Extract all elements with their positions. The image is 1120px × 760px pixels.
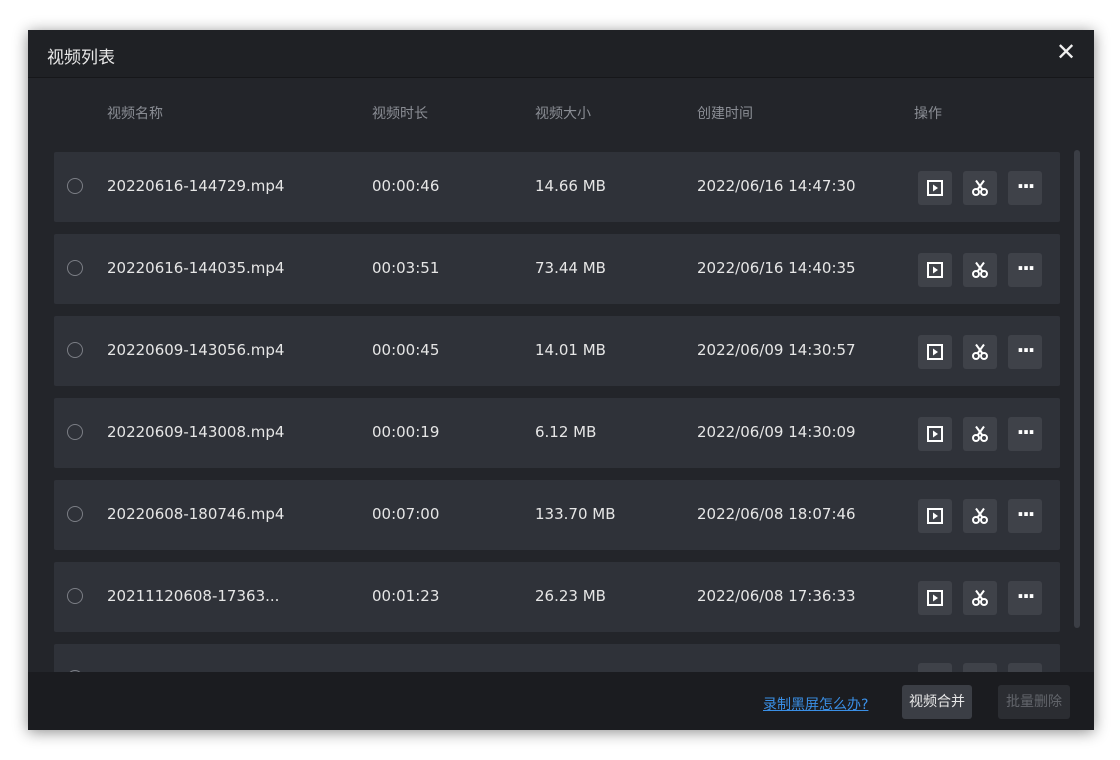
more-button[interactable]: ··· xyxy=(1008,581,1042,615)
title-bar: 视频列表 ✕ xyxy=(28,30,1094,78)
video-name: 20220609-143008.mp4 xyxy=(107,423,285,441)
more-button[interactable]: ··· xyxy=(1008,171,1042,205)
play-icon xyxy=(927,426,943,442)
video-name: 20220616-144035.mp4 xyxy=(107,259,285,277)
more-icon: ··· xyxy=(1016,174,1036,198)
black-screen-help-link[interactable]: 录制黑屏怎么办? xyxy=(763,694,868,714)
cut-button[interactable] xyxy=(963,663,997,672)
row-select-radio[interactable] xyxy=(67,424,83,440)
video-duration: 00:00:46 xyxy=(372,177,440,195)
cut-button[interactable] xyxy=(963,417,997,451)
video-name: 20220609-143056.mp4 xyxy=(107,341,285,359)
scissors-icon xyxy=(972,179,988,196)
play-button[interactable] xyxy=(918,581,952,615)
table-row[interactable]: ··· xyxy=(54,644,1060,672)
scissors-icon xyxy=(972,261,988,278)
video-size: 6.12 MB xyxy=(535,423,597,441)
dialog-footer: 录制黑屏怎么办? 视频合并 批量删除 xyxy=(28,672,1094,730)
cut-button[interactable] xyxy=(963,499,997,533)
table-row[interactable]: 20220616-144035.mp4 00:03:51 73.44 MB 20… xyxy=(54,234,1060,304)
play-icon xyxy=(927,180,943,196)
video-duration: 00:00:19 xyxy=(372,423,440,441)
video-duration: 00:07:00 xyxy=(372,505,440,523)
play-button[interactable] xyxy=(918,253,952,287)
row-select-radio[interactable] xyxy=(67,506,83,522)
more-icon: ··· xyxy=(1008,663,1042,672)
play-button[interactable] xyxy=(918,335,952,369)
video-created: 2022/06/09 14:30:57 xyxy=(697,341,856,359)
play-button[interactable] xyxy=(918,499,952,533)
more-icon: ··· xyxy=(1016,256,1036,280)
video-size: 14.01 MB xyxy=(535,341,606,359)
column-header-duration: 视频时长 xyxy=(372,106,428,122)
list-scrollbar[interactable] xyxy=(1074,150,1080,628)
scissors-icon xyxy=(972,589,988,606)
more-button[interactable]: ··· xyxy=(1008,417,1042,451)
more-icon: ··· xyxy=(1016,338,1036,362)
more-button[interactable]: ··· xyxy=(1008,663,1042,672)
column-header-name: 视频名称 xyxy=(107,106,163,122)
row-select-radio[interactable] xyxy=(67,588,83,604)
table-row[interactable]: 20211120608-17363... 00:01:23 26.23 MB 2… xyxy=(54,562,1060,632)
dialog-title: 视频列表 xyxy=(47,48,115,68)
close-icon[interactable]: ✕ xyxy=(1052,38,1080,66)
scissors-icon xyxy=(972,343,988,360)
play-icon xyxy=(927,508,943,524)
column-header-size: 视频大小 xyxy=(535,106,591,122)
video-name: 20220616-144729.mp4 xyxy=(107,177,285,195)
batch-delete-button[interactable]: 批量删除 xyxy=(998,685,1070,719)
more-icon: ··· xyxy=(1016,420,1036,444)
video-created: 2022/06/09 14:30:09 xyxy=(697,423,856,441)
video-name: 20220608-180746.mp4 xyxy=(107,505,285,523)
video-created: 2022/06/16 14:47:30 xyxy=(697,177,856,195)
cut-button[interactable] xyxy=(963,581,997,615)
cut-button[interactable] xyxy=(963,171,997,205)
scissors-icon xyxy=(972,507,988,524)
row-select-radio[interactable] xyxy=(67,342,83,358)
video-created: 2022/06/08 17:36:33 xyxy=(697,587,856,605)
table-row[interactable]: 20220608-180746.mp4 00:07:00 133.70 MB 2… xyxy=(54,480,1060,550)
play-icon xyxy=(927,262,943,278)
column-header-created: 创建时间 xyxy=(697,106,753,122)
video-duration: 00:01:23 xyxy=(372,587,440,605)
video-list-dialog: 视频列表 ✕ 视频名称 视频时长 视频大小 创建时间 操作 20220616-1… xyxy=(28,30,1094,730)
more-button[interactable]: ··· xyxy=(1008,253,1042,287)
play-button[interactable] xyxy=(918,663,952,672)
column-header-actions: 操作 xyxy=(914,106,942,122)
video-list: 20220616-144729.mp4 00:00:46 14.66 MB 20… xyxy=(28,148,1094,672)
scissors-icon xyxy=(972,425,988,442)
more-icon: ··· xyxy=(1016,584,1036,608)
row-select-radio[interactable] xyxy=(67,178,83,194)
more-button[interactable]: ··· xyxy=(1008,335,1042,369)
table-row[interactable]: 20220609-143056.mp4 00:00:45 14.01 MB 20… xyxy=(54,316,1060,386)
video-duration: 00:00:45 xyxy=(372,341,440,359)
table-header: 视频名称 视频时长 视频大小 创建时间 操作 xyxy=(28,78,1094,148)
video-created: 2022/06/16 14:40:35 xyxy=(697,259,856,277)
video-size: 14.66 MB xyxy=(535,177,606,195)
cut-button[interactable] xyxy=(963,335,997,369)
play-icon xyxy=(927,590,943,606)
table-row[interactable]: 20220616-144729.mp4 00:00:46 14.66 MB 20… xyxy=(54,152,1060,222)
video-name: 20211120608-17363... xyxy=(107,587,280,605)
play-button[interactable] xyxy=(918,417,952,451)
play-button[interactable] xyxy=(918,171,952,205)
more-button[interactable]: ··· xyxy=(1008,499,1042,533)
video-created: 2022/06/08 18:07:46 xyxy=(697,505,856,523)
merge-videos-button[interactable]: 视频合并 xyxy=(902,685,972,719)
cut-button[interactable] xyxy=(963,253,997,287)
video-size: 73.44 MB xyxy=(535,259,606,277)
play-icon xyxy=(927,344,943,360)
more-icon: ··· xyxy=(1016,502,1036,526)
table-row[interactable]: 20220609-143008.mp4 00:00:19 6.12 MB 202… xyxy=(54,398,1060,468)
video-size: 133.70 MB xyxy=(535,505,616,523)
row-select-radio[interactable] xyxy=(67,260,83,276)
video-size: 26.23 MB xyxy=(535,587,606,605)
video-duration: 00:03:51 xyxy=(372,259,440,277)
